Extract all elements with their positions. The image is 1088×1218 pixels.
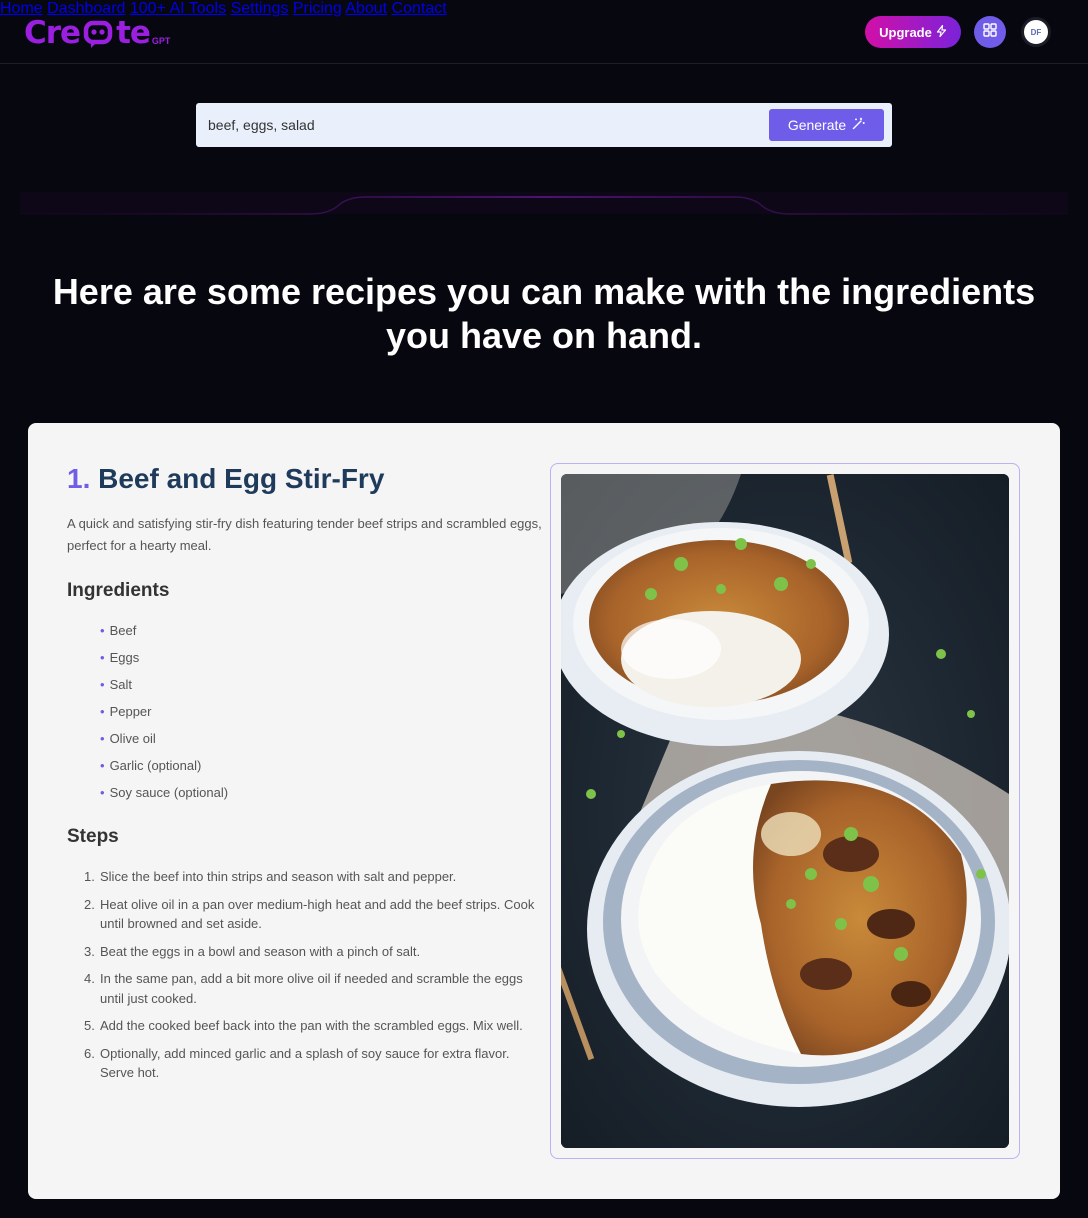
logo-subtitle: GPT [151, 36, 171, 46]
ingredients-input[interactable] [208, 103, 748, 147]
nav-settings[interactable]: Settings [231, 0, 289, 17]
ingredient-search-bar: Generate [196, 103, 892, 147]
list-item: 6. Optionally, add minced garlic and a sp… [84, 1045, 510, 1081]
apps-grid-button[interactable] [974, 16, 1006, 48]
avatar[interactable]: DF [1021, 17, 1051, 47]
nav-contact[interactable]: Contact [392, 0, 447, 17]
logo-text-end: te [116, 15, 151, 51]
generate-label: Generate [787, 117, 847, 133]
generate-button[interactable]: Generate [769, 109, 884, 141]
list-item: • Salt [100, 677, 132, 692]
steps-list: 1. Slice the beef into thin strips and se… [84, 867, 544, 1091]
list-item: • Garlic (optional) [100, 758, 202, 773]
list-item: • Pepper [100, 704, 152, 719]
nav-pricing[interactable]: Pricing [293, 0, 342, 17]
list-item: • Soy sauce (optional) [100, 785, 229, 800]
steps-heading: Steps [67, 826, 119, 847]
list-item: 3. Beat the eggs in a bowl and season wit… [84, 943, 421, 959]
recipe-photo [561, 474, 1009, 1148]
page-headline: Here are some recipes you can make with … [52, 271, 1036, 356]
recipe-title-text: Beef and Egg Stir-Fry [98, 463, 385, 494]
recipe-number: 1. [67, 463, 91, 494]
logo[interactable]: Cre te GPT [24, 12, 170, 52]
magic-wand-icon [852, 117, 865, 133]
list-item: • Eggs [100, 650, 140, 665]
list-item: 2. Heat olive oil in a pan over medium-hi… [84, 896, 535, 932]
ingredients-heading: Ingredients [67, 580, 170, 601]
list-item: 4. In the same pan, add a bit more olive … [84, 971, 523, 1006]
section-divider [20, 180, 1068, 220]
list-item: 1. Slice the beef into thin strips and se… [84, 869, 457, 884]
list-item: • Olive oil [100, 731, 156, 746]
grid-icon [983, 22, 997, 42]
top-header: Cre te GPT Home Dashboard 100+ AI Tools … [0, 0, 1088, 64]
list-item: • Beef [100, 623, 137, 638]
list-item: 5. Add the cooked beef back into the pan … [84, 1018, 523, 1033]
recipe-image-frame [550, 463, 1020, 1159]
nav-about[interactable]: About [345, 0, 387, 17]
ingredients-list: • Beef • Eggs • Salt • Pepper • Olive oil • Ga… [100, 619, 228, 808]
upgrade-label: Upgrade [879, 24, 932, 40]
robot-icon [81, 20, 115, 50]
logo-text-start: Cre [24, 15, 81, 51]
recipe-card: 1. Beef and Egg Stir-Fry A quick and sat… [28, 423, 1060, 1199]
bolt-icon [936, 24, 947, 40]
recipe-description: A quick and satisfying stir-fry dish fea… [67, 516, 542, 553]
recipe-title: 1. Beef and Egg Stir-Fry [67, 463, 384, 495]
upgrade-button[interactable]: Upgrade [865, 16, 961, 48]
